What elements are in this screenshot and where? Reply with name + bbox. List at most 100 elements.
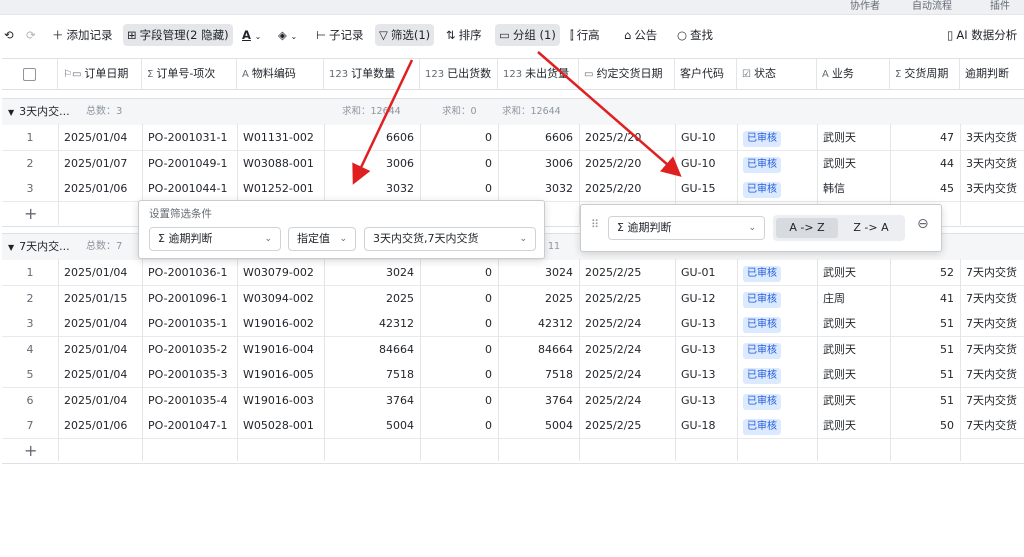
cell-judge[interactable]: 7天内交货 <box>966 260 1020 285</box>
cell-unshipped[interactable]: 3764 <box>504 388 573 413</box>
cell-cust[interactable]: GU-13 <box>681 362 731 387</box>
column-header[interactable]: 123 已出货数 <box>420 59 498 89</box>
cell-mat[interactable]: W03079-002 <box>243 260 318 285</box>
group-name[interactable]: ▼ 3天内交... <box>8 99 70 126</box>
cell-cycle[interactable]: 50 <box>896 413 954 438</box>
table-row[interactable]: 7 2025/01/06 PO-2001047-1 W05028-001 5004 0 50… <box>2 413 1024 439</box>
group-field-select[interactable]: Σ 逾期判断 ⌄ <box>608 216 765 240</box>
cell-judge[interactable]: 7天内交货 <box>966 337 1020 362</box>
cell-order[interactable]: PO-2001035-2 <box>148 337 231 362</box>
cell-unshipped[interactable]: 84664 <box>504 337 573 362</box>
cell-cycle[interactable]: 51 <box>896 311 954 336</box>
cell-order[interactable]: PO-2001096-1 <box>148 286 231 311</box>
field-management-button[interactable]: ⊞ 字段管理(2 隐藏) <box>123 24 233 46</box>
cell-cycle[interactable]: 47 <box>896 125 954 150</box>
cell-unshipped[interactable]: 3006 <box>504 151 573 176</box>
column-header[interactable]: ⚐▭ 订单日期 <box>58 59 142 89</box>
cell-shipped[interactable]: 0 <box>426 286 492 311</box>
cell-judge[interactable]: 3天内交货 <box>966 151 1020 176</box>
add-record-button[interactable]: ＋添加记录 <box>52 24 113 46</box>
cell-qty[interactable]: 7518 <box>330 362 414 387</box>
cell-shipped[interactable]: 0 <box>426 260 492 285</box>
cell-date[interactable]: 2025/01/04 <box>64 388 136 413</box>
cell-cust[interactable]: GU-10 <box>681 125 731 150</box>
column-header[interactable]: 123 未出货量 <box>498 59 579 89</box>
cell-due[interactable]: 2025/2/25 <box>585 413 669 438</box>
notice-button[interactable]: ⌂ 公告 <box>624 24 657 46</box>
column-header[interactable]: 逾期判断 <box>960 59 1024 89</box>
cell-cust[interactable]: GU-18 <box>681 413 731 438</box>
table-row[interactable]: 2 2025/01/15 PO-2001096-1 W03094-002 2025 0 20… <box>2 285 1024 312</box>
cell-mat[interactable]: W19016-002 <box>243 311 318 336</box>
drag-handle-icon[interactable]: ⠿ <box>591 218 599 231</box>
cell-status[interactable]: 已审核 <box>743 151 811 176</box>
plugins-fragment[interactable]: 插件 <box>990 0 1010 12</box>
cell-date[interactable]: 2025/01/06 <box>64 413 136 438</box>
cell-due[interactable]: 2025/2/20 <box>585 125 669 150</box>
cell-due[interactable]: 2025/2/25 <box>585 286 669 311</box>
cell-shipped[interactable]: 0 <box>426 413 492 438</box>
cell-biz[interactable]: 武则天 <box>823 337 884 362</box>
column-header[interactable]: A 业务 <box>817 59 890 89</box>
cell-cust[interactable]: GU-13 <box>681 337 731 362</box>
cell-cycle[interactable]: 44 <box>896 151 954 176</box>
cell-biz[interactable]: 武则天 <box>823 125 884 150</box>
column-header[interactable]: 123 订单数量 <box>324 59 420 89</box>
table-row[interactable]: 1 2025/01/04 PO-2001036-1 W03079-002 3024 0 30… <box>2 260 1024 286</box>
cell-order[interactable]: PO-2001049-1 <box>148 151 231 176</box>
table-row[interactable]: 6 2025/01/04 PO-2001035-4 W19016-003 3764 0 37… <box>2 387 1024 414</box>
cell-cust[interactable]: GU-13 <box>681 388 731 413</box>
fill-color-button[interactable]: ◈ ⌄ <box>278 24 297 46</box>
cell-judge[interactable]: 7天内交货 <box>966 311 1020 336</box>
group-button[interactable]: ▭ 分组 (1) <box>495 24 560 46</box>
cell-mat[interactable]: W19016-005 <box>243 362 318 387</box>
sort-desc-option[interactable]: Z -> A <box>840 218 902 238</box>
cell-judge[interactable]: 7天内交货 <box>966 362 1020 387</box>
cell-mat[interactable]: W01252-001 <box>243 176 318 201</box>
automation-fragment[interactable]: 自动流程 <box>912 0 952 12</box>
cell-cust[interactable]: GU-01 <box>681 260 731 285</box>
cell-date[interactable]: 2025/01/06 <box>64 176 136 201</box>
cell-shipped[interactable]: 0 <box>426 311 492 336</box>
cell-cycle[interactable]: 45 <box>896 176 954 201</box>
cell-shipped[interactable]: 0 <box>426 176 492 201</box>
cell-cust[interactable]: GU-13 <box>681 311 731 336</box>
cell-unshipped[interactable]: 3024 <box>504 260 573 285</box>
cell-cust[interactable]: GU-10 <box>681 151 731 176</box>
cell-due[interactable]: 2025/2/24 <box>585 388 669 413</box>
table-row[interactable]: 3 2025/01/06 PO-2001044-1 W01252-001 3032 0 30… <box>2 176 1024 202</box>
cell-qty[interactable]: 5004 <box>330 413 414 438</box>
cell-mat[interactable]: W05028-001 <box>243 413 318 438</box>
row-height-button[interactable]: ⫿ 行高 <box>570 24 600 46</box>
cell-date[interactable]: 2025/01/04 <box>64 311 136 336</box>
cell-cycle[interactable]: 51 <box>896 388 954 413</box>
cell-qty[interactable]: 3764 <box>330 388 414 413</box>
cell-date[interactable]: 2025/01/04 <box>64 362 136 387</box>
cell-order[interactable]: PO-2001035-4 <box>148 388 231 413</box>
cell-order[interactable]: PO-2001036-1 <box>148 260 231 285</box>
group-name[interactable]: ▼ 7天内交... <box>8 234 70 261</box>
cell-shipped[interactable]: 0 <box>426 388 492 413</box>
cell-status[interactable]: 已审核 <box>743 362 811 387</box>
cell-judge[interactable]: 7天内交货 <box>966 286 1020 311</box>
cell-mat[interactable]: W19016-004 <box>243 337 318 362</box>
column-header[interactable]: A 物料编码 <box>237 59 324 89</box>
cell-unshipped[interactable]: 6606 <box>504 125 573 150</box>
sub-record-button[interactable]: ⊢ 子记录 <box>316 24 364 46</box>
cell-judge[interactable]: 3天内交货 <box>966 125 1020 150</box>
cell-due[interactable]: 2025/2/24 <box>585 311 669 336</box>
redo-icon[interactable]: ⟳ <box>26 24 36 46</box>
cell-status[interactable]: 已审核 <box>743 125 811 150</box>
cell-judge[interactable]: 7天内交货 <box>966 413 1020 438</box>
cell-biz[interactable]: 武则天 <box>823 413 884 438</box>
cell-shipped[interactable]: 0 <box>426 337 492 362</box>
cell-shipped[interactable]: 0 <box>426 151 492 176</box>
cell-biz[interactable]: 武则天 <box>823 362 884 387</box>
cell-date[interactable]: 2025/01/04 <box>64 260 136 285</box>
select-all-checkbox[interactable] <box>2 59 58 89</box>
cell-unshipped[interactable]: 2025 <box>504 286 573 311</box>
cell-mat[interactable]: W19016-003 <box>243 388 318 413</box>
cell-biz[interactable]: 武则天 <box>823 260 884 285</box>
table-row[interactable]: 3 2025/01/04 PO-2001035-1 W19016-002 42312 0 4… <box>2 311 1024 337</box>
column-header[interactable]: ☑ 状态 <box>737 59 817 89</box>
